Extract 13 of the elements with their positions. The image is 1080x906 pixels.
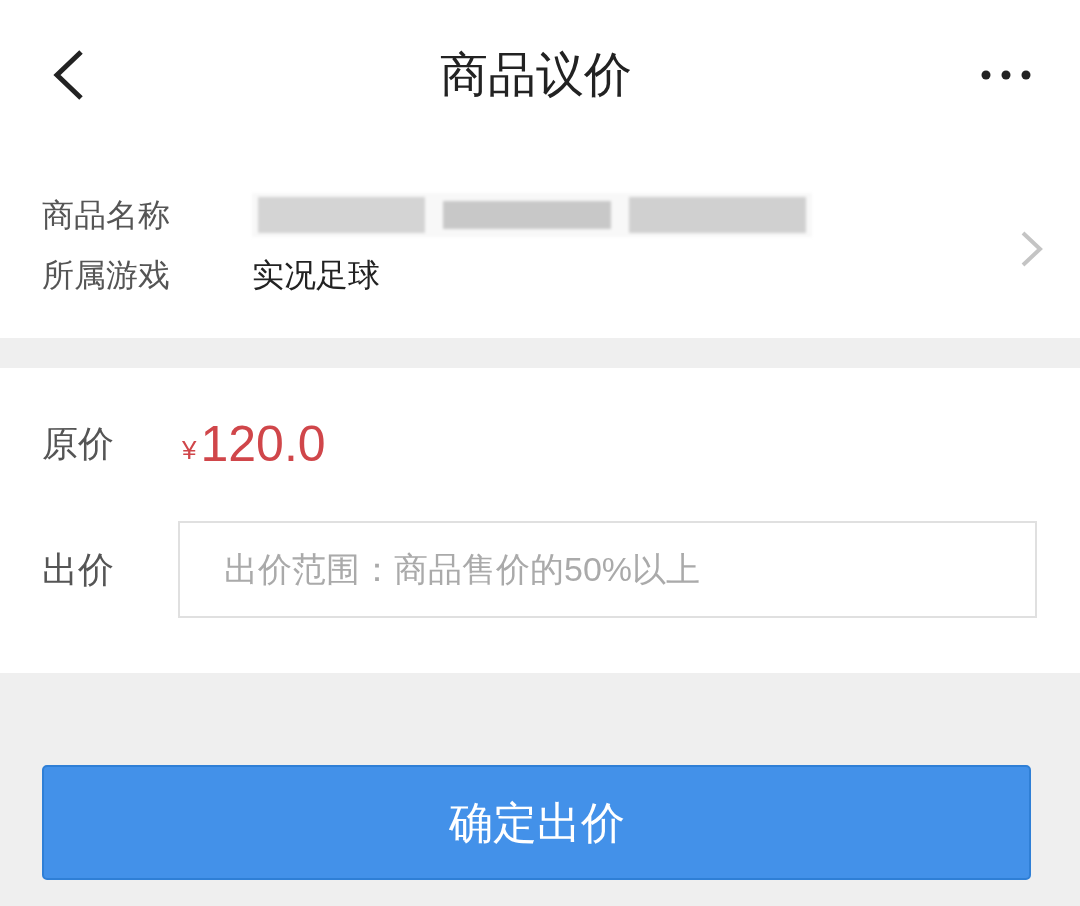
currency-symbol: ¥ [182,435,197,465]
offer-input-field[interactable]: 出价范围：商品售价的50%以上 [178,521,1037,618]
field-label: 所属游戏 [42,256,171,295]
original-price-label: 原价 [42,422,115,466]
more-icon [981,70,1031,80]
back-icon [51,49,85,101]
field-label: 商品名称 [42,196,171,235]
offer-label: 出价 [42,547,115,592]
product-info-row[interactable]: 商品名称 所属游戏 实况足球 [0,150,1080,338]
original-price: 120.0 [200,415,326,473]
page-title: 商品议价 [440,47,632,103]
chevron-right-icon [1020,230,1044,268]
game-name: 实况足球 [252,256,380,295]
